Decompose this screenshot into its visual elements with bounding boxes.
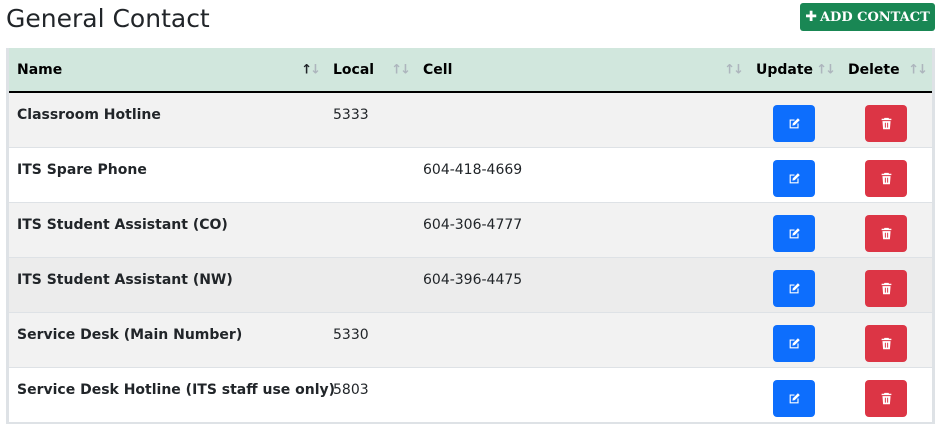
trash-icon	[881, 118, 891, 130]
edit-icon	[789, 393, 800, 404]
delete-button[interactable]	[865, 215, 907, 252]
column-header-update[interactable]: Update ↑↓	[748, 48, 840, 93]
delete-button[interactable]	[865, 270, 907, 307]
cell-phone-cell	[415, 91, 748, 147]
table-header-row: Name ↑↓ Local ↑↓ Cell ↑↓ Update ↑↓ Delet…	[9, 48, 932, 93]
cell-phone-cell	[415, 366, 748, 422]
cell-phone-cell: 604-418-4669	[415, 146, 748, 202]
contact-name: Service Desk (Main Number)	[17, 326, 243, 343]
sort-arrows-icon: ↑↓	[816, 62, 836, 77]
table-row: Service Desk (Main Number) 5330	[9, 311, 932, 367]
trash-icon	[881, 172, 891, 185]
contact-name: Classroom Hotline	[17, 107, 161, 123]
delete-button[interactable]	[865, 160, 907, 197]
local-cell	[325, 201, 415, 257]
edit-icon	[789, 283, 800, 294]
sort-arrows-icon: ↑↓	[301, 62, 321, 77]
column-header-name[interactable]: Name ↑↓	[9, 48, 325, 93]
page-title: General Contact	[6, 4, 210, 33]
delete-cell	[840, 201, 932, 257]
cell-phone-number: 604-418-4669	[423, 161, 523, 178]
edit-icon	[789, 228, 800, 239]
update-button[interactable]	[773, 215, 815, 252]
edit-icon	[789, 173, 800, 184]
local-cell	[325, 256, 415, 312]
table-row: ITS Spare Phone 604-418-4669	[9, 146, 932, 202]
local-extension	[333, 203, 415, 216]
local-extension	[333, 148, 415, 161]
update-button[interactable]	[773, 105, 815, 143]
table-body: Classroom Hotline 5333 ITS Spare Phone 6…	[9, 91, 932, 422]
contact-name-cell: ITS Spare Phone	[9, 146, 325, 202]
cell-phone-cell: 604-306-4777	[415, 201, 748, 257]
column-header-local[interactable]: Local ↑↓	[325, 48, 415, 93]
trash-icon	[881, 227, 891, 240]
add-contact-label: ADD CONTACT	[819, 9, 930, 25]
contact-name-cell: ITS Student Assistant (NW)	[9, 256, 325, 312]
delete-button[interactable]	[865, 380, 907, 418]
local-cell: 5330	[325, 311, 415, 367]
delete-cell	[840, 366, 932, 422]
delete-button[interactable]	[865, 325, 907, 362]
delete-cell	[840, 91, 932, 147]
cell-phone-number: 604-306-4777	[423, 216, 523, 233]
contact-name-cell: Service Desk (Main Number)	[9, 311, 325, 367]
local-extension	[333, 258, 415, 271]
update-cell	[748, 366, 840, 422]
update-cell	[748, 201, 840, 257]
column-header-cell[interactable]: Cell ↑↓	[415, 48, 748, 93]
cell-phone-number	[423, 93, 748, 106]
contact-name: ITS Spare Phone	[17, 161, 147, 178]
edit-icon	[789, 338, 800, 349]
delete-button[interactable]	[865, 105, 907, 143]
update-button[interactable]	[773, 325, 815, 362]
add-contact-button[interactable]: ✚ ADD CONTACT	[800, 3, 935, 31]
contacts-table-container: Name ↑↓ Local ↑↓ Cell ↑↓ Update ↑↓ Delet…	[6, 48, 935, 424]
contact-name: ITS Student Assistant (CO)	[17, 216, 228, 233]
update-cell	[748, 311, 840, 367]
sort-arrows-icon: ↑↓	[391, 62, 411, 77]
cell-phone-number	[423, 313, 748, 326]
local-extension: 5803	[333, 381, 369, 398]
contact-name-cell: Classroom Hotline	[9, 91, 325, 147]
contact-name: ITS Student Assistant (NW)	[17, 271, 233, 288]
edit-icon	[789, 118, 800, 129]
update-button[interactable]	[773, 160, 815, 197]
local-cell: 5333	[325, 91, 415, 147]
contact-name-cell: Service Desk Hotline (ITS staff use only…	[9, 366, 336, 422]
table-row: ITS Student Assistant (CO) 604-306-4777	[9, 201, 932, 257]
column-header-delete[interactable]: Delete ↑↓	[840, 48, 932, 93]
local-extension: 5333	[333, 107, 369, 123]
table-row: Classroom Hotline 5333	[9, 91, 932, 147]
update-cell	[748, 256, 840, 312]
contacts-table: Name ↑↓ Local ↑↓ Cell ↑↓ Update ↑↓ Delet…	[9, 48, 932, 422]
trash-icon	[881, 393, 891, 405]
local-cell: 5803	[325, 366, 415, 422]
table-row: ITS Student Assistant (NW) 604-396-4475	[9, 256, 932, 312]
local-cell	[325, 146, 415, 202]
cell-phone-cell: 604-396-4475	[415, 256, 748, 312]
sort-arrows-icon: ↑↓	[908, 62, 928, 77]
update-button[interactable]	[773, 380, 815, 418]
cell-phone-cell	[415, 311, 748, 367]
update-cell	[748, 146, 840, 202]
update-cell	[748, 91, 840, 147]
update-button[interactable]	[773, 270, 815, 307]
table-row: Service Desk Hotline (ITS staff use only…	[9, 366, 932, 422]
delete-cell	[840, 311, 932, 367]
contact-name: Service Desk Hotline (ITS staff use only…	[17, 381, 336, 398]
cell-phone-number	[423, 368, 748, 381]
contact-name-cell: ITS Student Assistant (CO)	[9, 201, 325, 257]
cell-phone-number: 604-396-4475	[423, 271, 523, 288]
delete-cell	[840, 256, 932, 312]
delete-cell	[840, 146, 932, 202]
plus-icon: ✚	[805, 9, 817, 25]
trash-icon	[881, 337, 891, 350]
trash-icon	[881, 282, 891, 295]
sort-arrows-icon: ↑↓	[724, 62, 744, 77]
local-extension: 5330	[333, 326, 369, 343]
